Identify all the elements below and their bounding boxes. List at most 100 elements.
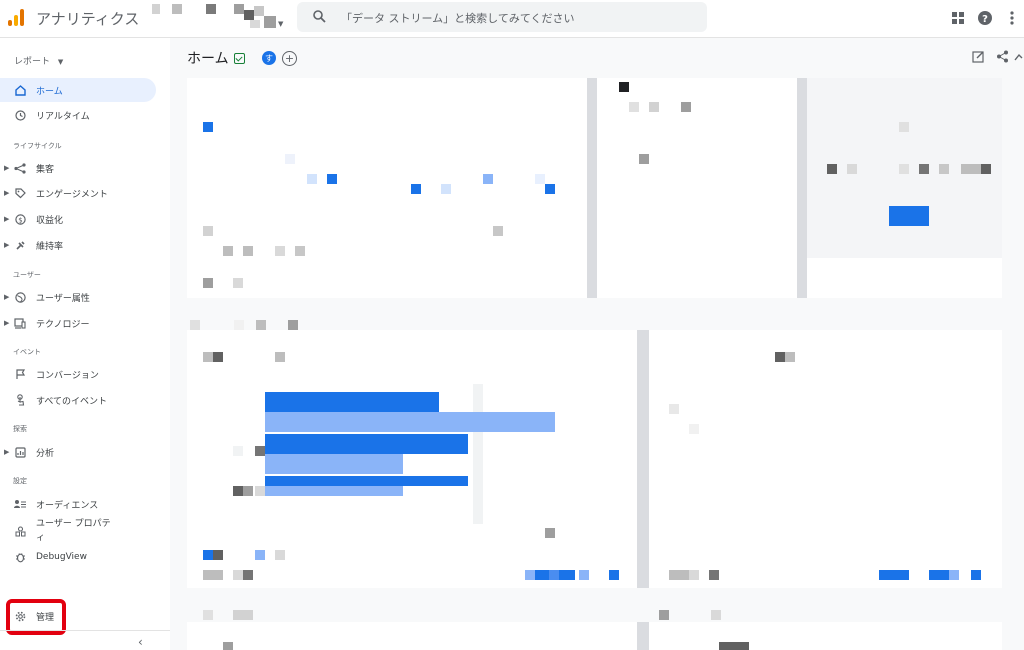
app-title[interactable]: アナリティクス <box>36 8 139 29</box>
insights-card <box>807 78 1002 298</box>
audience-icon <box>13 497 27 511</box>
sidebar-item-technology[interactable]: ▶ テクノロジー <box>0 311 156 335</box>
dollar-icon: $ <box>13 212 27 226</box>
chevron-down-icon: ▼ <box>278 20 284 28</box>
search-placeholder: 「データ ストリーム」と検索してみてください <box>341 12 575 25</box>
metric-marker <box>203 122 213 132</box>
table-card <box>649 330 1002 588</box>
section-explore: 探索 <box>13 425 27 433</box>
apps-grid-icon[interactable] <box>950 10 966 26</box>
more-vert-icon[interactable] <box>1004 10 1020 26</box>
globe-icon <box>13 290 27 304</box>
bottom-card <box>187 610 637 650</box>
user-property-icon <box>13 524 27 538</box>
main-header: ホーム す + <box>170 38 1024 78</box>
sidebar-item-realtime[interactable]: リアルタイム <box>0 103 156 127</box>
report-selector[interactable]: レポート ▼ <box>14 54 63 67</box>
bottom-card-right <box>649 610 1002 650</box>
sidebar-item-demographics[interactable]: ▶ ユーザー属性 <box>0 285 156 309</box>
sidebar-item-monetization[interactable]: ▶ $ 収益化 <box>0 207 156 231</box>
bar-series-2-category-1 <box>265 412 555 432</box>
search-bar[interactable]: 「データ ストリーム」と検索してみてください <box>297 2 707 32</box>
section-settings: 設定 <box>13 477 27 485</box>
sidebar-item-retention[interactable]: ▶ 維持率 <box>0 233 156 257</box>
card-divider <box>637 330 649 588</box>
bar-series-1-category-2 <box>265 434 468 454</box>
caret-right-icon: ▶ <box>4 189 10 197</box>
bar-series-1-category-1 <box>265 392 439 412</box>
sidebar-item-debugview[interactable]: DebugView <box>0 545 156 569</box>
insights-icon[interactable] <box>1014 48 1024 64</box>
insight-button[interactable] <box>889 206 929 226</box>
sidebar-item-user-properties[interactable]: ユーザー プロパティ <box>0 516 156 546</box>
section-lifecycle: ライフサイクル <box>13 142 62 150</box>
bar-chart <box>265 392 625 522</box>
sidebar-item-label: ユーザー属性 <box>36 293 90 304</box>
bar-series-2-category-2 <box>265 454 403 474</box>
sidebar-item-label: DebugView <box>36 552 87 562</box>
divider <box>0 630 170 631</box>
realtime-card <box>597 78 797 298</box>
overview-card <box>187 78 587 298</box>
account-selector[interactable]: ▼ <box>146 2 286 32</box>
sidebar-item-label: ユーザー プロパティ <box>36 519 111 543</box>
card-divider <box>797 78 807 298</box>
sidebar-item-label: オーディエンス <box>36 500 99 511</box>
caret-right-icon: ▶ <box>4 241 10 249</box>
caret-right-icon: ▶ <box>4 293 10 301</box>
section-events: イベント <box>13 348 41 356</box>
sidebar-item-label: ホーム <box>36 86 63 97</box>
caret-right-icon: ▶ <box>4 448 10 456</box>
bar-series-2-category-3 <box>265 486 403 496</box>
sidebar-item-home[interactable]: ホーム <box>0 78 156 102</box>
svg-text:$: $ <box>18 216 22 224</box>
sidebar-item-label: エンゲージメント <box>36 189 108 200</box>
caret-right-icon: ▶ <box>4 164 10 172</box>
devices-icon <box>13 316 27 330</box>
sidebar-item-label: 収益化 <box>36 215 64 226</box>
sidebar: レポート ▼ ホーム リアルタイム ライフサイクル ▶ 集客 ▶ エンゲージメン… <box>0 38 170 650</box>
sidebar-item-label: リアルタイム <box>36 111 90 122</box>
sidebar-item-label: テクノロジー <box>36 319 90 330</box>
tag-icon <box>13 186 27 200</box>
analysis-icon <box>13 445 27 459</box>
sidebar-item-label: コンバージョン <box>36 370 99 381</box>
sidebar-item-audiences[interactable]: オーディエンス <box>0 492 156 516</box>
bar-chart-card <box>187 330 637 588</box>
sidebar-item-analysis[interactable]: ▶ 分析 <box>0 440 156 464</box>
verified-check-icon <box>234 53 245 64</box>
share-icon[interactable] <box>994 48 1010 64</box>
clock-icon <box>13 108 27 122</box>
sidebar-item-label: すべてのイベント <box>36 396 108 407</box>
sidebar-item-engagement[interactable]: ▶ エンゲージメント <box>0 181 156 205</box>
search-icon <box>313 10 326 23</box>
sidebar-item-conversions[interactable]: コンバージョン <box>0 362 156 386</box>
sidebar-item-label: 維持率 <box>36 241 64 252</box>
sidebar-item-label: 分析 <box>36 448 55 459</box>
touch-icon <box>13 393 27 407</box>
top-bar: アナリティクス ▼ 「データ ストリーム」と検索してみてください ? <box>0 0 1024 38</box>
page-title: ホーム <box>187 51 229 67</box>
svg-text:?: ? <box>982 14 988 25</box>
chevron-down-icon: ▼ <box>57 58 64 66</box>
home-icon <box>13 83 27 97</box>
bar-series-1-category-3 <box>265 476 468 486</box>
add-comparison-button[interactable]: + <box>282 51 297 66</box>
bug-icon <box>13 550 27 564</box>
caret-right-icon: ▶ <box>4 319 10 327</box>
avatar[interactable]: す <box>262 51 276 65</box>
retention-icon <box>13 238 27 252</box>
help-icon[interactable]: ? <box>977 10 993 26</box>
report-selector-label: レポート <box>14 57 51 67</box>
sidebar-item-acquisition[interactable]: ▶ 集客 <box>0 156 156 180</box>
sidebar-item-all-events[interactable]: すべてのイベント <box>0 388 156 412</box>
edit-report-icon[interactable] <box>970 48 986 64</box>
sidebar-item-label: 集客 <box>36 164 55 175</box>
card-divider <box>587 78 597 298</box>
acquisition-icon <box>13 161 27 175</box>
caret-right-icon: ▶ <box>4 215 10 223</box>
section-users: ユーザー <box>13 271 41 279</box>
flag-icon <box>13 367 27 381</box>
analytics-logo-icon[interactable] <box>8 8 26 26</box>
collapse-sidebar-button[interactable]: ‹ <box>138 635 143 649</box>
